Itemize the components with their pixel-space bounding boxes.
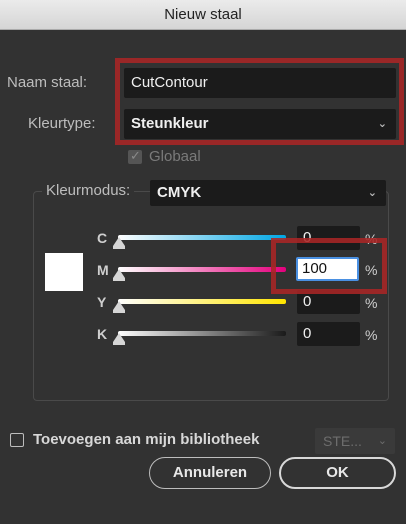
add-to-library-checkbox[interactable] — [10, 433, 24, 447]
slider-letter-c: C — [97, 230, 108, 246]
chevron-down-icon: ⌄ — [377, 435, 387, 447]
global-checkbox[interactable] — [128, 148, 142, 164]
magenta-slider-track[interactable] — [118, 267, 286, 272]
yellow-slider-thumb[interactable] — [113, 301, 125, 313]
color-type-value: Steunkleur — [131, 115, 209, 132]
magenta-value-input[interactable]: 100 — [296, 257, 359, 281]
color-mode-label: Kleurmodus: — [42, 182, 135, 199]
black-value-input[interactable]: 0 — [297, 322, 360, 346]
swatch-name-input[interactable]: CutContour — [124, 68, 396, 98]
slider-letter-y: Y — [97, 294, 107, 310]
new-swatch-dialog: Naam staal: CutContour Kleurtype: Steunk… — [0, 30, 406, 524]
yellow-slider-track[interactable] — [118, 299, 286, 304]
global-label: Globaal — [149, 148, 201, 165]
add-to-library-label: Toevoegen aan mijn bibliotheek — [33, 431, 260, 448]
chevron-down-icon: ⌄ — [377, 118, 387, 130]
swatch-name-label: Naam staal: — [7, 74, 88, 91]
color-mode-select[interactable]: CMYK ⌄ — [150, 180, 386, 206]
color-mode-value: CMYK — [157, 184, 202, 201]
cyan-percent: % — [365, 231, 378, 247]
ok-button[interactable]: OK — [279, 457, 396, 489]
cyan-value-input[interactable]: 0 — [297, 226, 360, 250]
black-percent: % — [365, 327, 378, 343]
cyan-slider-thumb[interactable] — [113, 237, 125, 249]
magenta-percent: % — [365, 262, 378, 278]
color-type-label: Kleurtype: — [28, 115, 96, 132]
color-preview-swatch — [45, 253, 83, 291]
black-slider-track[interactable] — [118, 331, 286, 336]
library-select[interactable]: STE... ⌄ — [315, 428, 395, 454]
magenta-slider-thumb[interactable] — [113, 269, 125, 281]
color-type-select[interactable]: Steunkleur ⌄ — [124, 109, 396, 139]
yellow-percent: % — [365, 295, 378, 311]
yellow-value-input[interactable]: 0 — [297, 290, 360, 314]
chevron-down-icon: ⌄ — [367, 187, 377, 199]
cyan-slider-track[interactable] — [118, 235, 286, 240]
dialog-title: Nieuw staal — [0, 0, 406, 30]
cancel-button[interactable]: Annuleren — [149, 457, 271, 489]
library-select-value: STE... — [323, 433, 362, 449]
slider-letter-m: M — [97, 262, 109, 278]
slider-letter-k: K — [97, 326, 108, 342]
black-slider-thumb[interactable] — [113, 333, 125, 345]
